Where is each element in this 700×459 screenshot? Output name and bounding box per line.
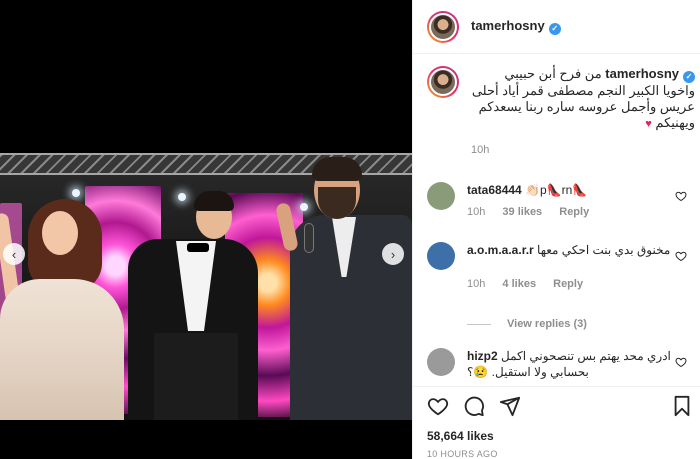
comment-item: a.o.m.a.a.r.r مخنوق بدي بنت احكي معها 10… [427, 242, 695, 290]
comment-age: 10h [467, 278, 486, 290]
comment-body: مخنوق بدي بنت احكي معها [537, 243, 671, 257]
verified-badge-icon: ✓ [683, 71, 695, 83]
comment-icon[interactable] [463, 395, 485, 417]
groom-hair [194, 191, 234, 211]
stage-light [178, 193, 186, 201]
chevron-left-icon: ‹ [11, 246, 17, 262]
caption-username-text: tamerhosny [605, 66, 679, 81]
caption-meta: 10h [471, 144, 695, 156]
bride-dress [0, 279, 124, 420]
likes-count[interactable]: 58,664 likes [427, 429, 494, 443]
commenter-avatar[interactable] [427, 348, 455, 376]
comment-age: 10h [467, 206, 486, 218]
comment-text: tata68444 👏🏻p👠rn👠 [467, 182, 671, 198]
singer-hair [312, 157, 362, 181]
verified-badge-icon: ✓ [548, 22, 561, 35]
red-heart-emoji: ♥ [645, 118, 652, 130]
post-media: ‹ › [0, 0, 412, 459]
comment-body: 👏🏻p👠rn👠 [525, 183, 588, 197]
comment-body: ادري محد يهتم بس تنصحوني اكمل بحسابي ولا… [467, 349, 671, 379]
stage-light [72, 189, 80, 197]
commenter-username[interactable]: a.o.m.a.a.r.r [467, 243, 534, 257]
comment-likes[interactable]: 39 likes [502, 206, 542, 218]
groom-pants [154, 333, 238, 420]
prev-photo-button[interactable]: ‹ [3, 243, 25, 265]
view-replies-label: View replies (3) [507, 318, 587, 330]
comment-heart-icon[interactable] [675, 190, 687, 202]
caption-age: 10h [471, 144, 490, 156]
commenter-username[interactable]: hizp2 [467, 349, 498, 363]
comment-heart-icon[interactable] [675, 250, 687, 262]
comment-text: a.o.m.a.a.r.r مخنوق بدي بنت احكي معها [467, 242, 671, 258]
heart-icon[interactable] [427, 395, 449, 417]
comment-meta: 10h 4 likes Reply [467, 278, 671, 290]
chevron-right-icon: › [390, 246, 396, 262]
bride-face [42, 211, 78, 255]
post-photo[interactable] [0, 153, 412, 420]
share-icon[interactable] [499, 395, 521, 417]
author-username[interactable]: tamerhosny ✓ [471, 18, 561, 35]
post-caption: tamerhosny ✓ من فرح أبن حبيبي واخويا الكب… [427, 66, 695, 156]
bookmark-icon[interactable] [671, 395, 693, 417]
next-photo-button[interactable]: › [382, 243, 404, 265]
microphone [304, 223, 314, 253]
stage-light [300, 203, 308, 211]
commenter-avatar[interactable] [427, 242, 455, 270]
post-timestamp: 10 HOURS AGO [427, 449, 498, 459]
comment-likes[interactable]: 4 likes [502, 278, 536, 290]
caption-text: tamerhosny ✓ من فرح أبن حبيبي واخويا الكب… [471, 66, 695, 132]
author-avatar[interactable] [427, 10, 459, 43]
groom-bowtie [187, 243, 209, 252]
caption-author-avatar[interactable] [427, 66, 459, 98]
post-side-panel: tamerhosny ✓ tamerhosny ✓ من فرح أبن حبيبي… [412, 0, 700, 459]
view-replies-button[interactable]: View replies (3) [467, 318, 587, 330]
author-username-text: tamerhosny [471, 18, 545, 34]
post-actions: 58,664 likes 10 HOURS AGO [413, 386, 700, 459]
reply-button[interactable]: Reply [559, 206, 589, 218]
comment-text: hizp2 ادري محد يهتم بس تنصحوني اكمل بحسا… [467, 348, 671, 380]
replies-divider [467, 323, 491, 325]
instagram-post: ‹ › tamerhosny ✓ tamerhosny ✓ من فرح أبن ح… [0, 0, 700, 459]
comment-heart-icon[interactable] [675, 356, 687, 368]
comment-item: tata68444 👏🏻p👠rn👠 10h 39 likes Reply [427, 182, 695, 218]
post-header: tamerhosny ✓ [413, 0, 700, 54]
commenter-avatar[interactable] [427, 182, 455, 210]
commenter-username[interactable]: tata68444 [467, 183, 522, 197]
comment-meta: 10h 39 likes Reply [467, 206, 671, 218]
caption-username[interactable]: tamerhosny ✓ [605, 66, 695, 83]
comment-item: hizp2 ادري محد يهتم بس تنصحوني اكمل بحسا… [427, 348, 695, 380]
reply-button[interactable]: Reply [553, 278, 583, 290]
